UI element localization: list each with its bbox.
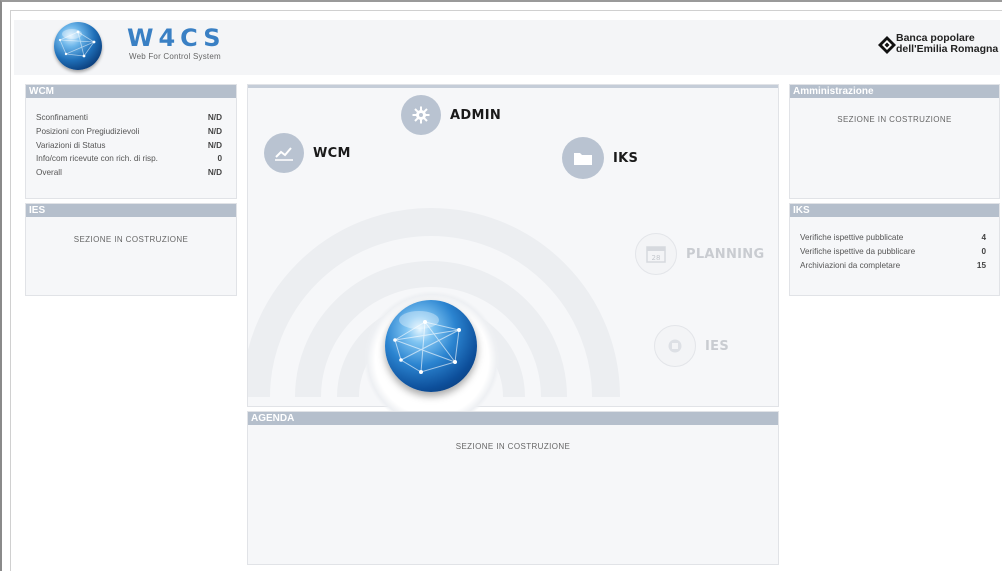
row-label: Sconfinamenti bbox=[36, 113, 88, 122]
list-item: Sconfinamenti N/D bbox=[36, 111, 222, 125]
gear-icon bbox=[401, 95, 441, 135]
admin-construction-message: SEZIONE IN COSTRUZIONE bbox=[837, 115, 952, 124]
folder-icon bbox=[562, 137, 604, 179]
row-value: N/D bbox=[207, 126, 222, 136]
list-item: Verifiche ispettive pubblicate 4 bbox=[800, 231, 986, 245]
navigation-hub: WCM ADMIN IKS 28 PLANNING IES bbox=[247, 84, 779, 428]
list-item: Verifiche ispettive da pubblicare 0 bbox=[800, 245, 986, 259]
row-value: N/D bbox=[207, 113, 222, 122]
app-subtitle: Web For Control System bbox=[129, 52, 221, 61]
bank-name: Banca popolare dell'Emilia Romagna bbox=[896, 33, 998, 55]
admin-panel-title: Amministrazione bbox=[790, 85, 999, 98]
document-icon bbox=[654, 325, 696, 367]
nav-iks[interactable]: IKS bbox=[562, 137, 638, 179]
nav-wcm-label: WCM bbox=[313, 145, 351, 161]
nav-ies[interactable]: IES bbox=[654, 325, 729, 367]
nav-admin-label: ADMIN bbox=[450, 107, 502, 123]
bank-logo: Banca popolare dell'Emilia Romagna bbox=[876, 32, 998, 58]
list-item: Archiviazioni da completare 15 bbox=[800, 259, 986, 273]
nav-wcm[interactable]: WCM bbox=[264, 133, 351, 173]
iks-panel-title: IKS bbox=[790, 204, 999, 217]
row-label: Posizioni con Pregiudizievoli bbox=[36, 126, 140, 136]
nav-admin[interactable]: ADMIN bbox=[401, 95, 501, 135]
row-label: Archiviazioni da completare bbox=[800, 260, 901, 270]
calendar-day: 28 bbox=[652, 254, 661, 262]
ies-panel: IES SEZIONE IN COSTRUZIONE bbox=[25, 203, 237, 296]
row-value: 0 bbox=[981, 246, 986, 256]
row-value: 15 bbox=[976, 260, 986, 270]
iks-panel: IKS Verifiche ispettive pubblicate 4 Veri… bbox=[789, 203, 1000, 296]
row-label: Info/com ricevute con rich. di risp. bbox=[36, 154, 158, 164]
wcm-panel-title: WCM bbox=[26, 85, 236, 98]
list-item: Posizioni con Pregiudizievoli N/D bbox=[36, 125, 222, 139]
header: W4CS Web For Control System Banca popola… bbox=[14, 20, 1000, 75]
globe-logo-icon[interactable] bbox=[54, 22, 102, 70]
app-title: W4CS bbox=[127, 24, 226, 52]
nav-planning-label: PLANNING bbox=[686, 246, 765, 262]
ies-construction-message: SEZIONE IN COSTRUZIONE bbox=[73, 235, 189, 244]
calendar-icon: 28 bbox=[635, 233, 677, 275]
agenda-panel: AGENDA SEZIONE IN COSTRUZIONE bbox=[247, 411, 779, 565]
bank-name-line2: dell'Emilia Romagna bbox=[896, 43, 999, 55]
list-item: Info/com ricevute con rich. di risp. 0 bbox=[36, 152, 222, 166]
nav-ies-label: IES bbox=[705, 338, 729, 354]
row-label: Verifiche ispettive pubblicate bbox=[800, 233, 904, 242]
agenda-construction-message: SEZIONE IN COSTRUZIONE bbox=[455, 442, 571, 451]
globe-icon[interactable] bbox=[385, 300, 477, 392]
row-label: Verifiche ispettive da pubblicare bbox=[800, 246, 916, 256]
row-value: N/D bbox=[207, 140, 222, 150]
bank-diamond-icon bbox=[878, 36, 896, 54]
row-label: Variazioni di Status bbox=[36, 140, 106, 150]
list-item: Overall N/D bbox=[36, 166, 222, 180]
agenda-panel-title: AGENDA bbox=[248, 412, 778, 425]
nav-planning[interactable]: 28 PLANNING bbox=[635, 233, 764, 275]
list-item: Variazioni di Status N/D bbox=[36, 139, 222, 153]
chart-line-icon bbox=[264, 133, 304, 173]
row-value: 0 bbox=[217, 154, 222, 164]
row-value: 4 bbox=[981, 233, 986, 242]
wcm-panel: WCM Sconfinamenti N/D Posizioni con Pregi… bbox=[25, 84, 237, 199]
row-label: Overall bbox=[36, 168, 62, 178]
nav-iks-label: IKS bbox=[613, 150, 639, 166]
ies-panel-title: IES bbox=[26, 204, 236, 217]
admin-panel: Amministrazione SEZIONE IN COSTRUZIONE bbox=[789, 84, 1000, 199]
row-value: N/D bbox=[207, 168, 222, 178]
